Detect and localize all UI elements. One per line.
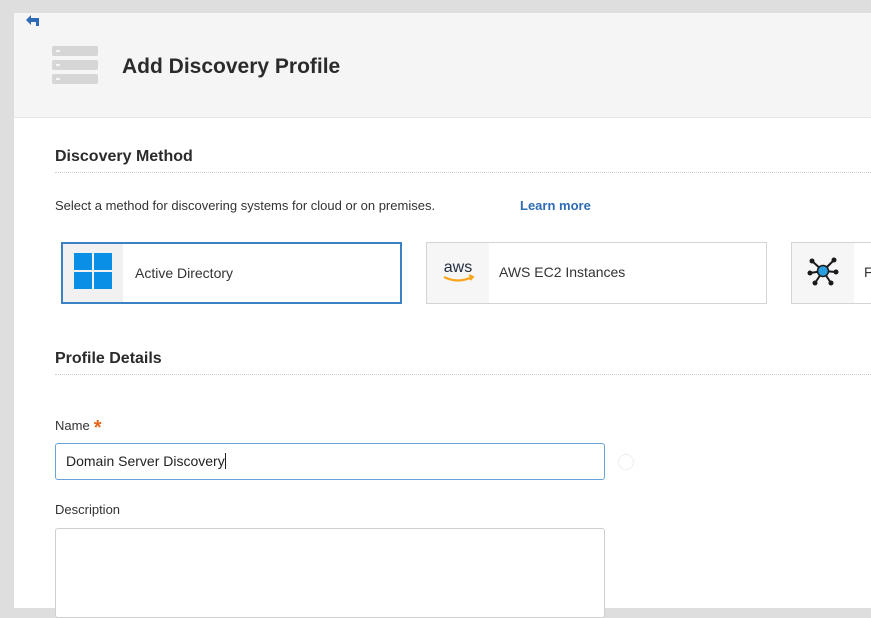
aws-logo-icon: aws [436, 256, 480, 291]
name-label: Name * [55, 413, 102, 439]
validation-status-icon [618, 454, 634, 470]
svg-text:aws: aws [444, 259, 472, 276]
section-divider [55, 172, 871, 173]
method-card-active-directory[interactable]: Active Directory [61, 242, 402, 304]
method-label-aws-ec2: AWS EC2 Instances [499, 264, 626, 280]
profile-details-heading: Profile Details [55, 350, 162, 367]
name-input-value: Domain Server Discovery [66, 453, 225, 469]
discovery-method-description: Select a method for discovering systems … [55, 198, 436, 213]
name-label-text: Name [55, 418, 90, 433]
section-divider [55, 374, 871, 375]
description-label: Description [55, 502, 121, 517]
method-card-aws-ec2[interactable]: aws AWS EC2 Instances [426, 242, 767, 304]
method-label-active-directory: Active Directory [135, 265, 234, 281]
card-icon-area: aws [427, 243, 489, 303]
back-arrow-icon[interactable] [24, 14, 42, 28]
page-header: Add Discovery Profile [14, 13, 871, 118]
page-title: Add Discovery Profile [122, 55, 341, 78]
text-cursor [224, 453, 226, 469]
required-indicator: * [93, 417, 102, 439]
network-hub-icon [807, 255, 839, 292]
description-textarea[interactable] [55, 528, 605, 618]
card-icon-area [63, 244, 123, 302]
main-content: Discovery Method Select a method for dis… [14, 118, 871, 618]
name-input[interactable]: Domain Server Discovery [55, 443, 605, 480]
learn-more-link[interactable]: Learn more [520, 198, 591, 213]
card-icon-area [792, 243, 854, 303]
top-bar [0, 0, 871, 13]
method-card-third[interactable]: F [791, 242, 871, 304]
method-label-third: F [864, 264, 871, 280]
server-stack-icon [52, 46, 98, 84]
discovery-method-heading: Discovery Method [55, 148, 193, 165]
windows-logo-icon [74, 252, 112, 294]
